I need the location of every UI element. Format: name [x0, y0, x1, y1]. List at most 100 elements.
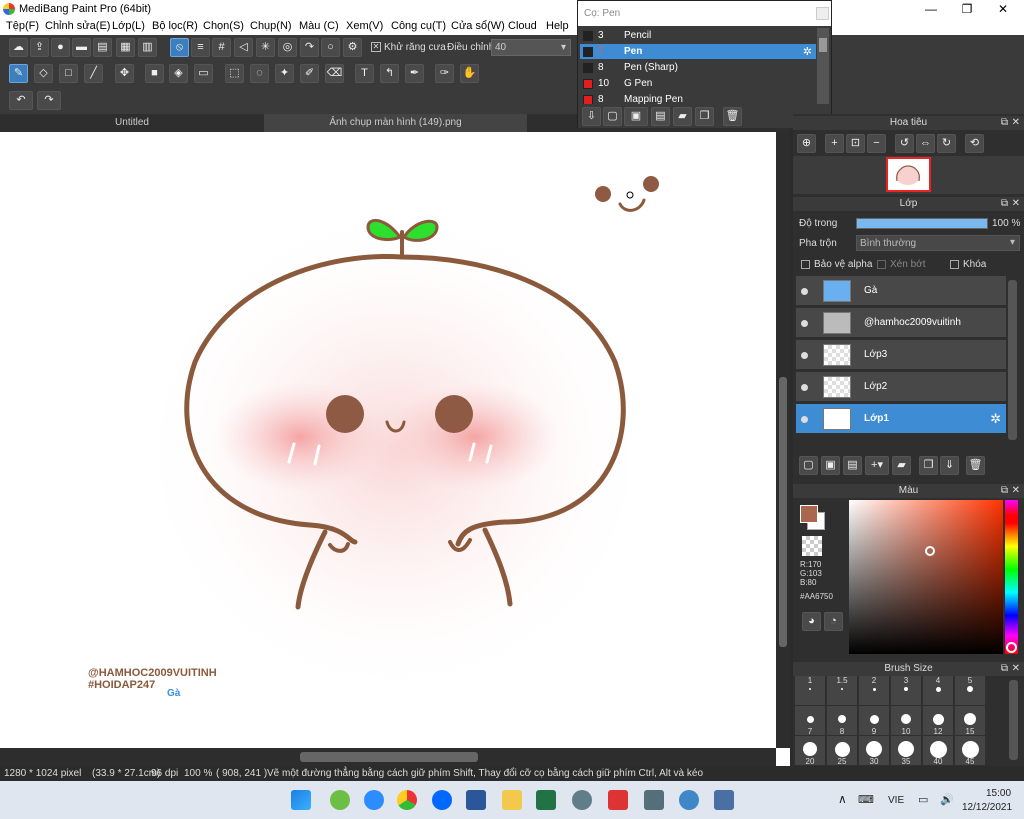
new-8bit-layer-icon[interactable]: ▤ — [843, 456, 862, 475]
canvas-vertical-scrollbar[interactable] — [776, 132, 790, 748]
folder-icon[interactable]: ▰ — [673, 107, 692, 126]
brush-item[interactable]: 8 Mapping Pen — [580, 92, 816, 104]
layer-row-selected[interactable]: Lớp1 ✲ — [796, 404, 1006, 434]
medibang-icon[interactable] — [608, 790, 628, 810]
lock-checkbox[interactable] — [950, 260, 959, 269]
brush-size-option[interactable]: 3 — [891, 676, 921, 705]
eraser-tool-icon[interactable]: ◇ — [34, 64, 53, 83]
excel-icon[interactable] — [536, 790, 556, 810]
brush-size-option[interactable]: 12 — [923, 706, 953, 736]
vscroll-thumb[interactable] — [779, 377, 787, 647]
menu-color[interactable]: Màu (C) — [299, 20, 339, 32]
brush-list-scrollbar[interactable] — [817, 28, 829, 104]
brush-size-option[interactable]: 40 — [923, 736, 953, 766]
layer-row[interactable]: @hamhoc2009vuitinh — [796, 308, 1006, 338]
page-icon[interactable]: ▤ — [93, 38, 112, 57]
close-button[interactable]: ✕ — [985, 0, 1021, 18]
menu-window[interactable]: Cửa sổ(W) — [451, 20, 505, 32]
ring-snap-icon[interactable]: ○ — [321, 38, 340, 57]
language-indicator[interactable]: VIE — [888, 795, 904, 806]
panel2-icon[interactable]: ▥ — [138, 38, 157, 57]
foreground-color-swatch[interactable] — [800, 505, 818, 523]
hue-handle[interactable] — [1006, 642, 1017, 653]
brush-size-option[interactable]: 4 — [923, 676, 953, 705]
layer-folder-icon[interactable]: ▰ — [892, 456, 911, 475]
brush-size-option[interactable]: 1 — [795, 676, 825, 705]
rotate-right-icon[interactable]: ↻ — [937, 134, 956, 153]
settings-icon[interactable]: ⚙ — [343, 38, 362, 57]
popout-icon[interactable]: ⧉ — [1001, 662, 1008, 676]
brush-size-option[interactable]: 20 — [795, 736, 825, 766]
menu-layer[interactable]: Lớp(L) — [112, 20, 145, 32]
calculator-icon[interactable] — [644, 790, 664, 810]
select-pen-icon[interactable]: ✐ — [300, 64, 319, 83]
text-tool-icon[interactable]: T — [355, 64, 374, 83]
rect-select-icon[interactable]: ⬚ — [225, 64, 244, 83]
windows-start-icon[interactable] — [291, 790, 311, 810]
navigator-thumbnail[interactable] — [886, 157, 931, 192]
layer-list-scrollbar[interactable] — [1008, 280, 1017, 440]
popout-icon[interactable]: ⧉ — [1001, 197, 1008, 211]
brush-item[interactable]: 8 Pen (Sharp) — [580, 60, 816, 75]
brush-size-option[interactable]: 9 — [859, 706, 889, 736]
menu-capture[interactable]: Chụp(N) — [250, 20, 292, 32]
new-halftone-layer-icon[interactable]: ▣ — [821, 456, 840, 475]
cross-snap-icon[interactable]: # — [212, 38, 231, 57]
brush-size-option[interactable]: 10 — [891, 706, 921, 736]
redo-icon[interactable]: ↷ — [37, 91, 61, 110]
popout-icon[interactable]: ⧉ — [1001, 116, 1008, 130]
brush-size-option[interactable]: 5 — [955, 676, 985, 705]
brush-tool-icon[interactable]: ✎ — [9, 64, 28, 83]
gear-icon[interactable]: ✲ — [990, 411, 1001, 427]
share-icon[interactable]: ⇪ — [30, 38, 49, 57]
curve-snap-icon[interactable]: ↷ — [300, 38, 319, 57]
clock-date[interactable]: 12/12/2021 — [962, 802, 1012, 813]
new-brush-icon[interactable]: ▢ — [603, 107, 622, 126]
file-explorer-icon[interactable] — [502, 790, 522, 810]
delete-layer-icon[interactable]: 🗑 — [966, 456, 985, 475]
comment-icon[interactable]: ▬ — [72, 38, 91, 57]
hue-slider[interactable] — [1005, 500, 1018, 654]
brush-size-option[interactable]: 1.5 — [827, 676, 857, 705]
lasso-select-icon[interactable]: ◌ — [250, 64, 269, 83]
brush-size-option[interactable]: 35 — [891, 736, 921, 766]
close-icon[interactable]: ✕ — [1012, 484, 1020, 498]
copy-brush-icon[interactable]: ❐ — [695, 107, 714, 126]
chevron-up-icon[interactable]: ∧ — [838, 792, 847, 806]
add-brush-icon[interactable]: ▣ — [624, 107, 648, 126]
panel-icon[interactable]: ▦ — [116, 38, 135, 57]
menu-select[interactable]: Chọn(S) — [203, 20, 244, 32]
browser-icon[interactable] — [679, 790, 699, 810]
word-icon[interactable] — [466, 790, 486, 810]
select-eraser-icon[interactable]: ⌫ — [325, 64, 344, 83]
parallel-snap-icon[interactable]: ≡ — [191, 38, 210, 57]
gradient-tool-icon[interactable]: ▭ — [194, 64, 213, 83]
flip-icon[interactable]: ⇔ — [916, 134, 935, 153]
close-icon[interactable]: ✕ — [1012, 662, 1020, 676]
line-tool-icon[interactable]: ╱ — [84, 64, 103, 83]
popout-icon[interactable]: ⧉ — [1001, 484, 1008, 498]
eye-icon[interactable] — [801, 288, 808, 295]
snap-off-icon[interactable]: ⦸ — [170, 38, 189, 57]
brush-size-option[interactable]: 25 — [827, 736, 857, 766]
rotate-left-icon[interactable]: ↺ — [895, 134, 914, 153]
brush-item[interactable]: 3 Pencil — [580, 28, 816, 43]
merge-layer-icon[interactable]: ⇓ — [940, 456, 959, 475]
menu-filter[interactable]: Bộ lọc(R) — [152, 20, 198, 32]
remote-desktop-icon[interactable] — [714, 790, 734, 810]
divide-tool-icon[interactable]: ↰ — [380, 64, 399, 83]
settings-gear-icon[interactable] — [572, 790, 592, 810]
brush-item[interactable]: 10 G Pen — [580, 76, 816, 91]
eye-icon[interactable] — [801, 320, 808, 327]
gear-icon[interactable]: ✲ — [803, 45, 812, 58]
hand-tool-icon[interactable]: ✋ — [460, 64, 479, 83]
operation-tool-icon[interactable]: ✑ — [435, 64, 454, 83]
brush-size-option[interactable]: 30 — [859, 736, 889, 766]
opacity-slider[interactable] — [856, 218, 988, 229]
menu-cloud[interactable]: Cloud — [508, 20, 537, 32]
brush-size-option[interactable]: 7 — [795, 706, 825, 736]
minimize-button[interactable]: — — [913, 0, 949, 18]
close-icon[interactable]: ✕ — [1012, 197, 1020, 211]
brush-scroll-thumb[interactable] — [819, 38, 827, 52]
zoom-reset-icon[interactable]: ⊕ — [797, 134, 816, 153]
